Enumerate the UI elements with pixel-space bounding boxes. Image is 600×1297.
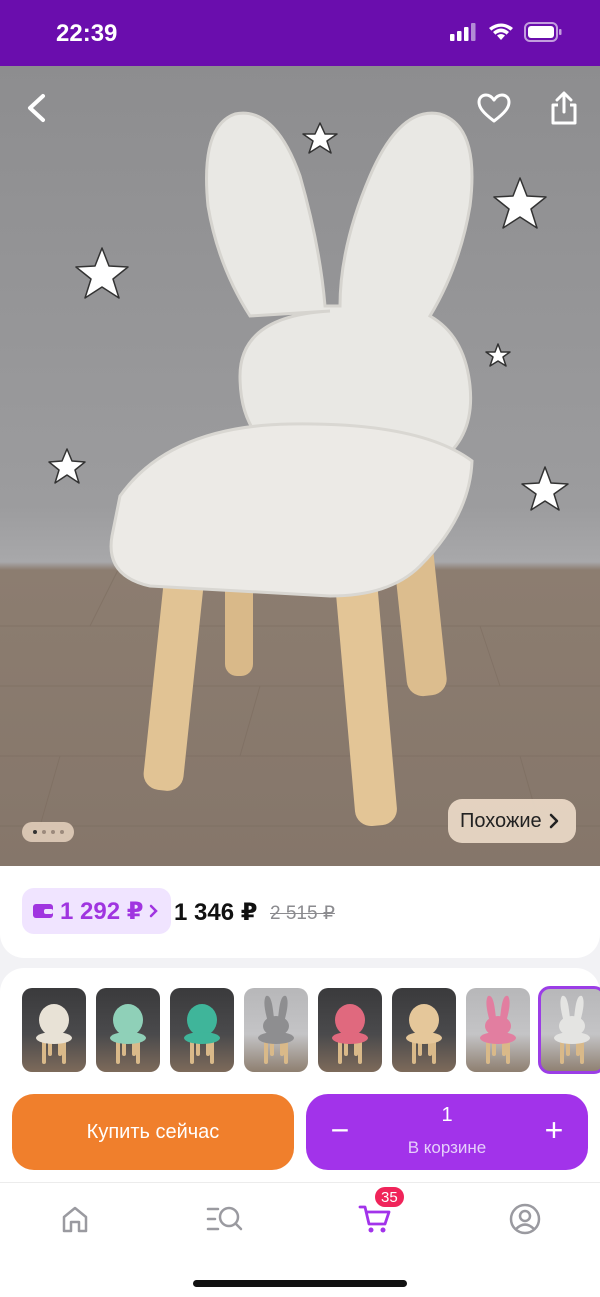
old-price: 2 515 ₽: [270, 903, 335, 924]
variant-thumbnail[interactable]: [22, 988, 86, 1072]
page-dot: [50, 830, 55, 834]
cart-quantity-control: − 1 В корзине +: [306, 1094, 588, 1170]
chair-thumbnail-image: [554, 995, 590, 1064]
catalog-search-icon: [206, 1206, 243, 1231]
cart-badge: 35: [373, 1185, 406, 1209]
favorite-button[interactable]: [472, 86, 516, 130]
chair-thumbnail-image: [480, 995, 516, 1064]
heart-icon: [477, 93, 511, 123]
status-icons: [450, 22, 562, 42]
price: 1 346 ₽: [174, 899, 258, 926]
tab-cart[interactable]: 35: [345, 1185, 406, 1241]
page-dot: [41, 830, 46, 834]
wifi-icon: [489, 23, 513, 40]
chair-thumbnail-image: [184, 1004, 220, 1064]
chevron-left-icon: [28, 94, 45, 122]
variant-thumbnail[interactable]: [318, 988, 382, 1072]
page-dot: [32, 830, 37, 834]
similar-products-button[interactable]: Похожие: [448, 799, 576, 843]
wallet-icon: [33, 904, 53, 918]
variant-thumbnails: [22, 986, 600, 1074]
profile-icon: [509, 1203, 541, 1235]
gallery-page-indicator: [22, 822, 74, 842]
chair-thumbnail-image: [36, 1004, 72, 1064]
page-dot: [59, 830, 64, 834]
signal-icon: [450, 23, 476, 41]
status-time: 22:39: [56, 20, 118, 47]
chair-thumbnail-image: [258, 995, 294, 1064]
card-price-badge[interactable]: 1 292 ₽: [22, 888, 172, 934]
price-section: 1 292 ₽ 1 346 ₽ 2 515 ₽: [0, 866, 600, 958]
variant-thumbnail[interactable]: [170, 988, 234, 1072]
home-icon: [62, 1206, 88, 1233]
chair-thumbnail-image: [406, 1004, 442, 1064]
variant-thumbnail[interactable]: [96, 988, 160, 1072]
chair-thumbnail-image: [110, 1004, 146, 1064]
chevron-right-icon: [549, 813, 558, 829]
variant-thumbnail[interactable]: [538, 986, 600, 1074]
buy-now-button[interactable]: Купить сейчас: [12, 1094, 294, 1170]
product-photo: [0, 111, 600, 827]
share-icon: [551, 91, 577, 125]
product-image-gallery[interactable]: Похожие: [0, 66, 600, 866]
variant-thumbnail[interactable]: [244, 988, 308, 1072]
tab-profile[interactable]: [495, 1197, 555, 1241]
battery-icon: [524, 22, 562, 42]
increase-quantity-button[interactable]: +: [532, 1108, 576, 1152]
tab-bar: 35: [0, 1182, 600, 1297]
card-price: 1 292 ₽: [60, 897, 144, 925]
tab-home[interactable]: [45, 1197, 105, 1241]
status-bar: 22:39: [0, 0, 600, 66]
home-indicator: [193, 1280, 407, 1287]
chevron-right-icon: [150, 904, 159, 918]
back-button[interactable]: [16, 86, 60, 130]
variant-thumbnail[interactable]: [466, 988, 530, 1072]
variant-thumbnail[interactable]: [392, 988, 456, 1072]
buy-now-label: Купить сейчас: [86, 1120, 220, 1143]
share-button[interactable]: [542, 86, 586, 130]
chair-thumbnail-image: [332, 1004, 368, 1064]
similar-label: Похожие: [460, 809, 542, 832]
tab-catalog[interactable]: [195, 1197, 255, 1241]
